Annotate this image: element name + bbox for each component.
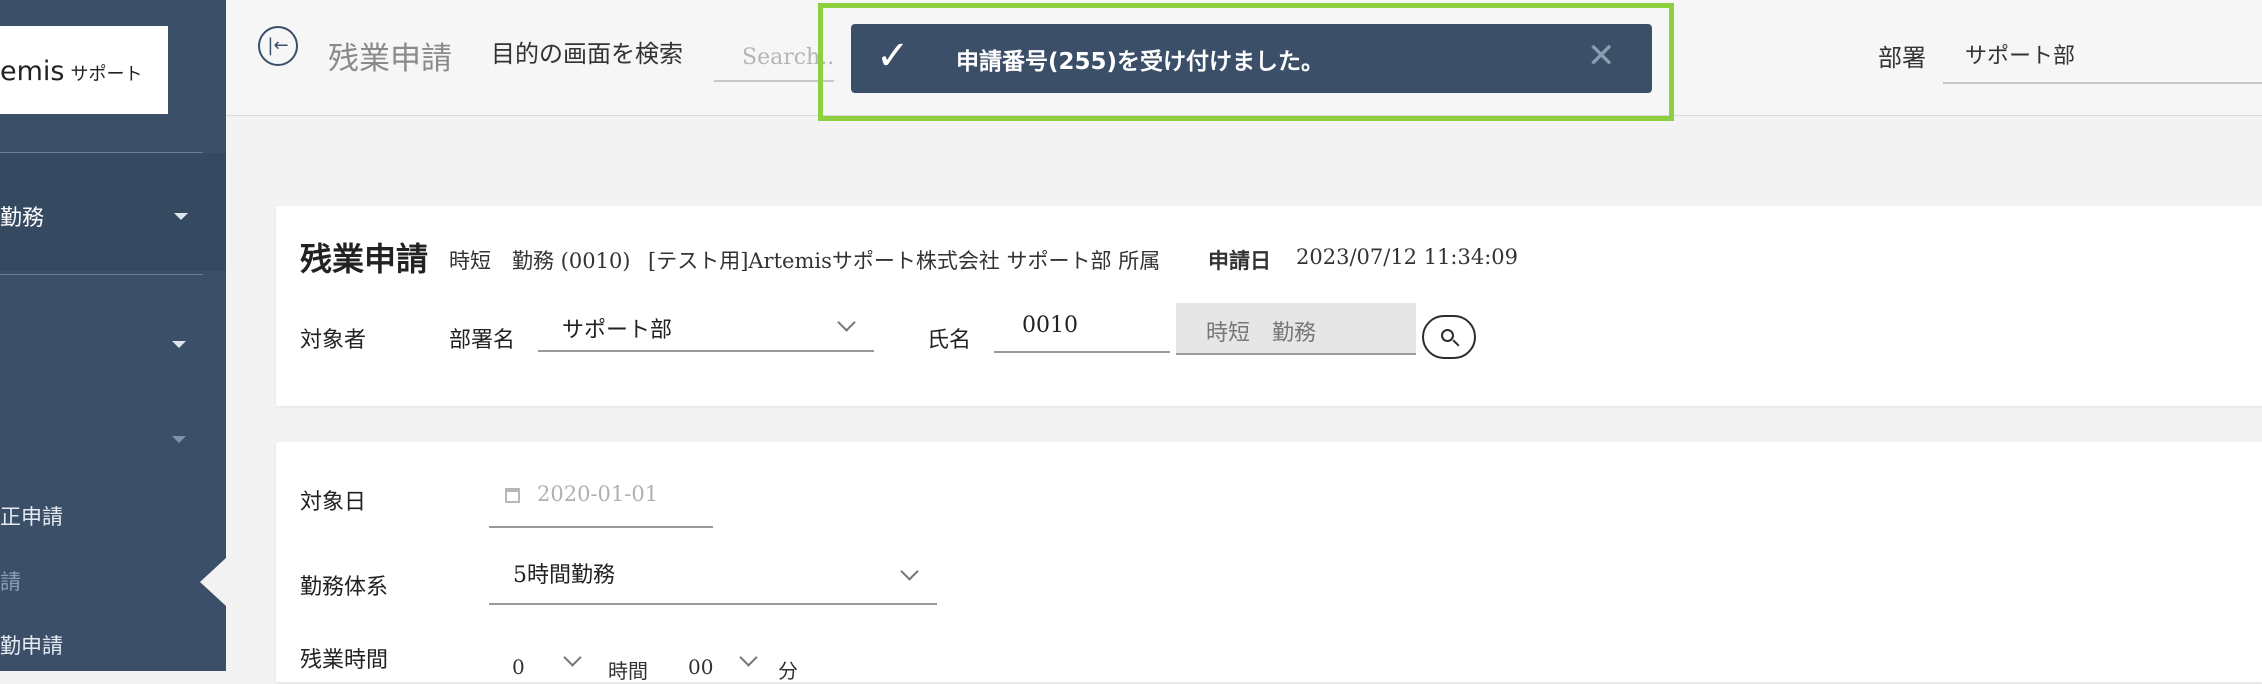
search-icon-handle [1452,339,1460,347]
chevron-down-icon [739,648,758,667]
minutes-unit: 分 [778,659,798,683]
sidebar-divider [0,274,203,275]
sidebar-group-attendance[interactable]: 勤務 [0,153,226,271]
chevron-down-icon [174,213,188,220]
sidebar: emis サポート 勤務 正申請 請 勤申請 [0,0,226,671]
work-system-value: 5時間勤務 [513,563,615,588]
logo-text: emis サポート [0,56,142,87]
collapse-sidebar-button[interactable]: |← [258,26,298,66]
department-label: 部署 [1878,44,1926,72]
chevron-down-icon [900,562,919,581]
sidebar-item[interactable]: 勤申請 [0,630,63,660]
company-info: [テスト用]Artemisサポート株式会社 サポート部 所属 [648,249,1161,273]
employee-code-field[interactable]: 0010 [994,301,1170,353]
arrow-left-icon: |← [267,35,289,56]
overtime-hours-select[interactable]: 0 [512,655,525,679]
target-date-input[interactable]: 2020-01-01 [489,470,713,528]
name-label: 氏名 [927,328,972,353]
overtime-label: 残業時間 [300,648,389,673]
hours-unit: 時間 [608,659,648,683]
target-label: 対象者 [300,328,367,353]
overtime-minutes-select[interactable]: 00 [688,655,713,679]
employee-search-button[interactable] [1422,315,1476,359]
chevron-down-icon[interactable] [172,436,186,443]
applied-date-value: 2023/07/12 11:34:09 [1296,245,1519,269]
check-icon: ✓ [876,33,910,79]
logo[interactable]: emis サポート [0,26,168,114]
chevron-down-icon[interactable] [172,341,186,348]
search-label: 目的の画面を検索 [491,40,683,68]
applicant-info: 時短 勤務 (0010) [449,249,631,273]
sidebar-group-label: 勤務 [0,206,45,231]
department-name-value: サポート部 [562,318,673,343]
department-select[interactable]: サポート部 [1943,32,2262,84]
chevron-down-icon [563,648,582,667]
close-icon[interactable]: ✕ [1587,36,1616,76]
work-system-label: 勤務体系 [300,575,389,600]
logo-sub: サポート [70,64,143,85]
application-header-card: 残業申請 時短 勤務 (0010) [テスト用]Artemisサポート株式会社 … [276,206,2262,406]
success-toast: ✓ 申請番号(255)を受け付けました。 ✕ [851,24,1652,93]
target-date-placeholder: 2020-01-01 [537,482,659,506]
search-input[interactable] [714,34,834,82]
overtime-form-card: 対象日 2020-01-01 勤務体系 5時間勤務 残業時間 0 時間 00 分 [276,442,2262,683]
employee-name-field: 時短 勤務 [1176,303,1416,355]
card-title: 残業申請 [300,240,429,278]
department-name-select[interactable]: サポート部 [538,302,874,352]
active-pointer [200,558,226,606]
sidebar-item[interactable]: 正申請 [0,501,63,531]
calendar-icon [505,488,520,503]
chevron-down-icon [837,313,856,332]
department-name-label: 部署名 [449,328,516,353]
toast-message: 申請番号(255)を受け付けました。 [956,49,1325,75]
page-title: 残業申請 [328,41,452,77]
work-system-select[interactable]: 5時間勤務 [489,547,937,605]
applied-date-label: 申請日 [1208,248,1271,273]
target-date-label: 対象日 [300,490,367,515]
sidebar-item-active[interactable]: 請 [0,566,21,596]
logo-main: emis [0,56,65,87]
